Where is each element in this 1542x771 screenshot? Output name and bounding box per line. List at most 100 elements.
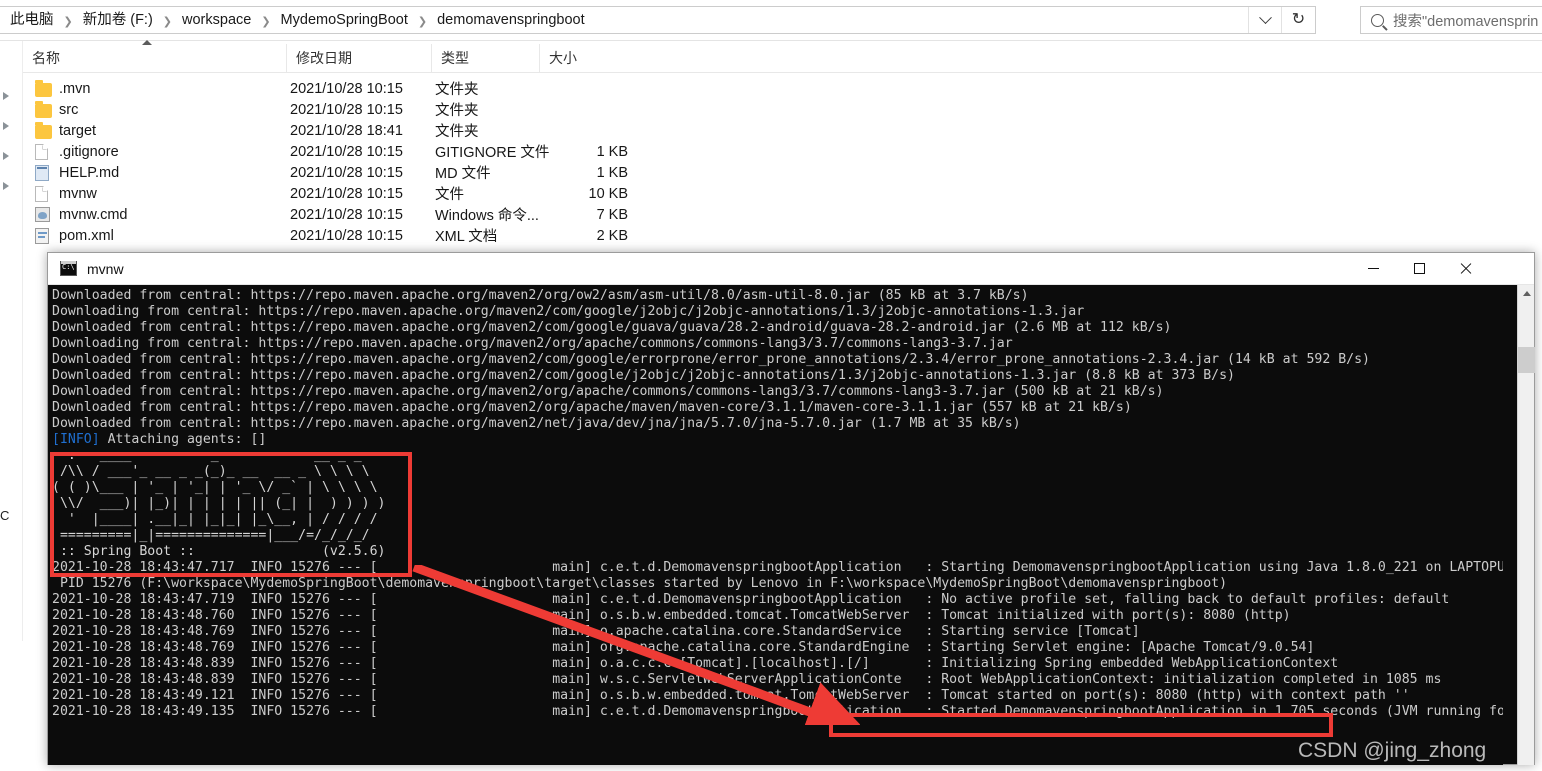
- refresh-icon: ↻: [1291, 11, 1306, 28]
- console-download-line: Downloaded from central: https://repo.ma…: [52, 288, 1029, 303]
- explorer-address-bar: 此电脑 ❯ 新加卷 (F:) ❯ workspace ❯ MydemoSpringBoot ❯…: [0, 0, 1542, 40]
- breadcrumb-separator: ❯: [261, 15, 271, 28]
- console-output: Downloaded from central: https://repo.ma…: [48, 285, 1503, 765]
- breadcrumb: 此电脑 ❯ 新加卷 (F:) ❯ workspace ❯ MydemoSpringBoot ❯…: [0, 7, 588, 33]
- file-type: MD 文件: [435, 166, 491, 182]
- console-download-line: Downloaded from central: https://repo.ma…: [52, 416, 1021, 431]
- file-size: 1 KB: [596, 143, 628, 160]
- console-log-line: 2021-10-28 18:43:47.719 INFO 15276 --- […: [52, 592, 1450, 607]
- file-name: src: [59, 101, 79, 118]
- watermark: CSDN @jing_zhong: [1298, 739, 1487, 762]
- console-download-line: Downloaded from central: https://repo.ma…: [52, 320, 1172, 335]
- spring-banner-line: :: Spring Boot :: (v2.5.6): [52, 544, 386, 559]
- table-row[interactable]: pom.xml 2021/10/28 10:15 XML 文档 2 KB: [23, 225, 1323, 246]
- file-name: mvnw: [59, 185, 97, 202]
- column-header-类型[interactable]: 类型: [431, 44, 539, 72]
- file-size: 7 KB: [596, 206, 628, 223]
- breadcrumb-item[interactable]: 新加卷 (F:): [80, 9, 156, 31]
- address-field[interactable]: 此电脑 ❯ 新加卷 (F:) ❯ workspace ❯ MydemoSpringBoot ❯…: [0, 6, 1316, 34]
- table-row[interactable]: .mvn 2021/10/28 10:15 文件夹: [23, 78, 1323, 99]
- breadcrumb-item[interactable]: workspace: [179, 9, 254, 31]
- spring-banner-line: ' |____| .__|_| |_|_| |_\__, | / / / /: [52, 512, 378, 527]
- column-header-大小[interactable]: 大小: [539, 44, 629, 72]
- close-icon: [1459, 262, 1472, 275]
- minimize-icon: [1367, 268, 1379, 269]
- file-modified: 2021/10/28 10:15: [290, 101, 403, 118]
- address-history-dropdown[interactable]: [1248, 7, 1281, 33]
- file-type: 文件: [435, 187, 464, 203]
- column-header-名称[interactable]: 名称: [23, 44, 286, 72]
- console-titlebar[interactable]: mvnw: [48, 253, 1534, 285]
- refresh-button[interactable]: ↻: [1281, 7, 1315, 33]
- breadcrumb-separator: ❯: [63, 15, 73, 28]
- maximize-icon: [1413, 263, 1425, 274]
- console-log-line: 2021-10-28 18:43:49.121 INFO 15276 --- […: [52, 688, 1410, 703]
- console-download-line: Downloaded from central: https://repo.ma…: [52, 400, 1132, 415]
- cmd-file-icon: [35, 207, 50, 222]
- file-type: Windows 命令...: [435, 208, 539, 224]
- table-row[interactable]: .gitignore 2021/10/28 10:15 GITIGNORE 文件 1 …: [23, 141, 1323, 162]
- sort-ascending-icon: [142, 40, 152, 45]
- table-row[interactable]: HELP.md 2021/10/28 10:15 MD 文件 1 KB: [23, 162, 1323, 183]
- tree-expander-icon[interactable]: [3, 152, 9, 160]
- breadcrumb-separator: ❯: [162, 15, 173, 28]
- spring-banner-line: . ____ _ __ _ _: [52, 448, 362, 463]
- address-bar-divider: [0, 40, 1542, 41]
- file-type: XML 文档: [435, 229, 498, 245]
- breadcrumb-item[interactable]: MydemoSpringBoot: [278, 9, 411, 31]
- cmd-window-icon: [60, 261, 77, 276]
- search-icon: [1371, 13, 1384, 27]
- scrollbar-thumb[interactable]: [1518, 347, 1535, 373]
- info-tag: [INFO]: [52, 432, 100, 447]
- console-log-line: 2021-10-28 18:43:48.839 INFO 15276 --- […: [52, 656, 1339, 671]
- folder-icon: [35, 121, 52, 139]
- file-modified: 2021/10/28 18:41: [290, 122, 403, 139]
- file-icon: [35, 185, 48, 202]
- table-row[interactable]: target 2021/10/28 18:41 文件夹: [23, 120, 1323, 141]
- tree-expander-icon[interactable]: [3, 182, 9, 190]
- console-scrollbar[interactable]: [1517, 285, 1535, 765]
- column-headers: 名称 修改日期 类型 大小: [23, 44, 1542, 72]
- breadcrumb-separator: ❯: [417, 15, 428, 28]
- file-type: 文件夹: [435, 103, 479, 119]
- tree-expander-icon[interactable]: [3, 122, 9, 130]
- file-type: GITIGNORE 文件: [435, 145, 550, 161]
- file-name: mvnw.cmd: [59, 206, 128, 223]
- spring-banner-line: \\/ ___)| |_)| | | | | || (_| | ) ) ) ): [52, 496, 386, 511]
- file-modified: 2021/10/28 10:15: [290, 185, 403, 202]
- file-type: 文件夹: [435, 124, 479, 140]
- file-modified: 2021/10/28 10:15: [290, 164, 403, 181]
- column-header-divider: [23, 72, 1542, 73]
- console-download-line: Downloading from central: https://repo.m…: [52, 336, 1013, 351]
- console-title: mvnw: [87, 260, 124, 277]
- search-input[interactable]: 搜索"demomavensprin: [1360, 6, 1542, 34]
- file-name: pom.xml: [59, 227, 114, 244]
- minimize-button[interactable]: [1350, 253, 1396, 284]
- breadcrumb-item[interactable]: demomavenspringboot: [434, 9, 588, 31]
- file-size: 10 KB: [588, 185, 629, 202]
- console-log-line: 2021-10-28 18:43:48.760 INFO 15276 --- […: [52, 608, 1291, 623]
- console-log-line: 2021-10-28 18:43:47.717 INFO 15276 --- […: [52, 560, 1503, 575]
- nav-partial-label: C: [0, 508, 10, 523]
- console-log-line: 2021-10-28 18:43:48.839 INFO 15276 --- […: [52, 672, 1442, 687]
- spring-banner-line: ( ( )\___ | '_ | '_| | '_ \/ _` | \ \ \ …: [52, 480, 378, 495]
- table-row[interactable]: src 2021/10/28 10:15 文件夹: [23, 99, 1323, 120]
- file-modified: 2021/10/28 10:15: [290, 143, 403, 160]
- chevron-down-icon: [1258, 10, 1272, 24]
- tree-expander-icon[interactable]: [3, 92, 9, 100]
- spring-banner-line: =========|_|==============|___/=/_/_/_/: [52, 528, 370, 543]
- folder-icon: [35, 79, 52, 97]
- close-button[interactable]: [1442, 253, 1488, 284]
- navigation-pane-strip[interactable]: [0, 41, 22, 641]
- maximize-button[interactable]: [1396, 253, 1442, 284]
- table-row[interactable]: mvnw.cmd 2021/10/28 10:15 Windows 命令... 7 K…: [23, 204, 1323, 225]
- folder-icon: [35, 100, 52, 118]
- file-modified: 2021/10/28 10:15: [290, 80, 403, 97]
- scroll-up-button[interactable]: [1518, 285, 1535, 302]
- breadcrumb-item[interactable]: 此电脑: [7, 9, 57, 31]
- column-header-修改日期[interactable]: 修改日期: [286, 44, 431, 72]
- md-file-icon: [35, 164, 49, 181]
- console-window: mvnw Downloaded from central: https://re…: [47, 252, 1535, 765]
- console-download-line: Downloaded from central: https://repo.ma…: [52, 384, 1164, 399]
- table-row[interactable]: mvnw 2021/10/28 10:15 文件 10 KB: [23, 183, 1323, 204]
